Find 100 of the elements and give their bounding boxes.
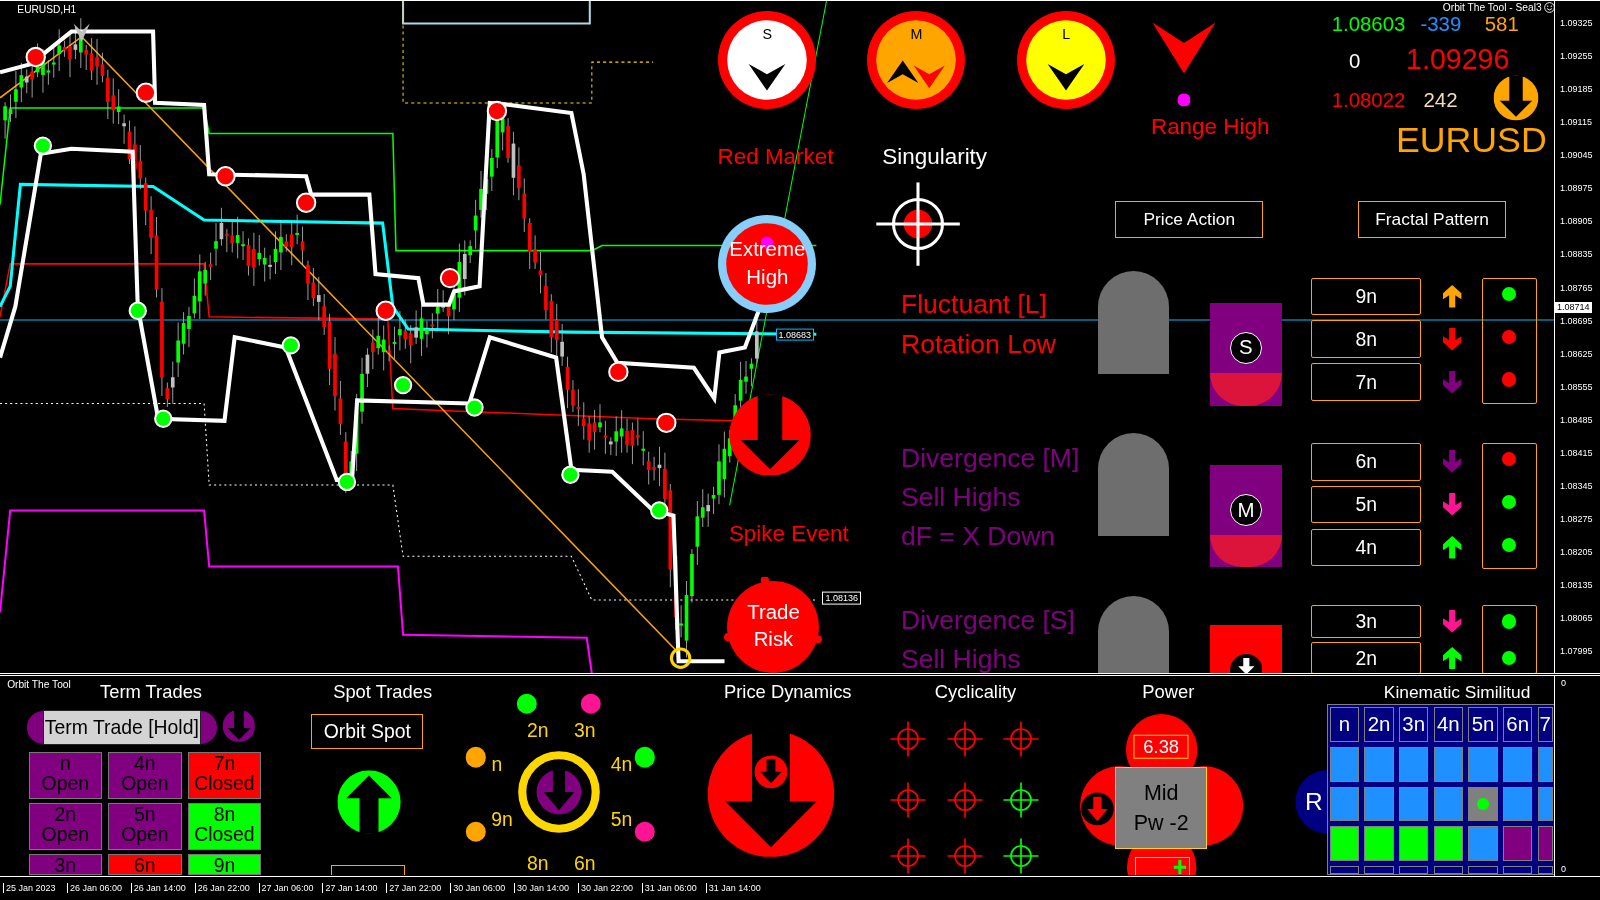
column-header: 3n — [1398, 707, 1429, 742]
price-tick: 1.08345 — [1559, 481, 1594, 492]
section-title: Price Dynamics — [724, 680, 852, 703]
price-tick: 1.08275 — [1559, 514, 1594, 525]
trade-cell: 5n Open — [108, 803, 182, 850]
stat-value: 242 — [1423, 89, 1458, 111]
brand-label: Orbit The Tool - Seal3 — [1442, 2, 1542, 14]
arrow-marker-icon — [73, 23, 90, 42]
symbol-label: EURUSD — [1395, 119, 1547, 161]
time-tick: 25 Jan 2023 — [3, 883, 67, 894]
stat-value: 1.09296 — [1406, 44, 1510, 74]
stat-value: 0 — [1348, 51, 1361, 72]
current-price-tag: 1.08714 — [1555, 302, 1592, 314]
marker-label: Extreme High — [728, 237, 807, 291]
signal-text: Divergence [S] — [901, 604, 1075, 636]
time-tick: 26 Jan 14:00 — [130, 883, 195, 894]
trade-cell: 6n — [108, 854, 182, 876]
column-header: n — [1329, 707, 1360, 742]
signal-dot — [393, 375, 413, 395]
signal-dot — [375, 300, 396, 321]
orbit-label: 8n — [526, 851, 549, 875]
orbit-label: 2n — [526, 718, 549, 742]
price-tick: 1.08975 — [1559, 183, 1594, 194]
orbit-label: 3n — [573, 718, 596, 742]
signal-text: Divergence [M] — [901, 442, 1080, 474]
indicator-title: Orbit The Tool — [7, 678, 71, 690]
price-tick: 1.08415 — [1559, 447, 1594, 458]
caption: Singularity — [882, 144, 988, 171]
target-icon — [876, 182, 961, 267]
action-button[interactable]: Price Action — [1115, 201, 1264, 238]
signal-dot — [439, 267, 461, 289]
level-box: 5n — [1311, 485, 1422, 524]
dial-label: M — [910, 26, 923, 43]
term-trade-button[interactable]: Term Trade [Hold] — [42, 710, 201, 745]
column-header: 4n — [1433, 707, 1464, 742]
dot-icon — [1177, 93, 1191, 107]
price-tick: 1.07995 — [1559, 646, 1594, 657]
price-tag: 1.08683 — [775, 328, 815, 342]
marker-label: Trade Risk — [746, 599, 801, 653]
level-box: 4n — [1311, 528, 1422, 567]
trade-cell: 7n Closed — [187, 752, 262, 799]
power-state: Mid Pw -2 — [1115, 767, 1208, 849]
scale-tick: 0 — [1561, 863, 1568, 874]
column-header: 5n — [1468, 707, 1498, 742]
signal-dot — [656, 412, 677, 433]
level-box: 7n — [1311, 363, 1422, 401]
price-tick: 1.08835 — [1559, 249, 1594, 260]
letter-badge: S — [1229, 331, 1263, 365]
time-tick: 31 Jan 06:00 — [641, 883, 706, 894]
stat-value: 1.08603 — [1331, 14, 1406, 35]
partial-button[interactable] — [330, 865, 406, 876]
orbit-spot-button[interactable]: Orbit Spot — [311, 714, 424, 749]
signal-dot — [608, 361, 629, 383]
signal-text: Rotation Low — [901, 328, 1056, 360]
signal-text: Sell Highs — [901, 481, 1021, 513]
signal-dot — [650, 501, 669, 520]
chevron-icon — [1152, 20, 1216, 74]
trade-cell: 8n Closed — [187, 803, 262, 850]
time-tick: 30 Jan 14:00 — [514, 883, 578, 894]
price-tick: 1.09115 — [1559, 117, 1593, 128]
signal-dot — [337, 472, 357, 492]
ring-marker — [669, 647, 692, 669]
scale-tick: 0 — [1561, 677, 1568, 688]
stat-value: 581 — [1484, 14, 1519, 35]
level-box: 2n — [1311, 641, 1422, 674]
price-tick: 1.09045 — [1559, 150, 1594, 161]
price-tick: 1.09325 — [1559, 17, 1594, 28]
section-title: Kinematic Similitud — [1383, 681, 1531, 703]
trade-cell: n Open — [28, 752, 103, 799]
signal-dot — [295, 192, 317, 213]
column-header: 7 — [1537, 707, 1553, 742]
caption: Spike Event — [728, 520, 849, 547]
signal-dot — [33, 136, 53, 155]
price-tick: 1.08625 — [1559, 348, 1594, 359]
signal-dot — [281, 336, 300, 355]
orbit-label: 9n — [491, 807, 513, 831]
section-title: Cyclicality — [934, 680, 1017, 703]
signal-dot — [215, 166, 236, 187]
orbit-label: 5n — [610, 807, 633, 831]
price-tick: 1.08555 — [1559, 381, 1594, 392]
price-tick: 1.08905 — [1559, 216, 1594, 227]
minus-plus-icon — [1134, 857, 1190, 876]
trade-cell: 3n — [28, 854, 103, 876]
signal-dot — [465, 398, 484, 417]
signal-text: dF = X Down — [901, 520, 1056, 552]
signal-dot — [486, 100, 508, 122]
price-tick: 1.09185 — [1559, 84, 1594, 95]
time-tick: 31 Jan 14:00 — [705, 883, 770, 894]
price-tick: 1.08695 — [1559, 315, 1594, 326]
dial-label: L — [1062, 26, 1071, 43]
level-box: 6n — [1311, 442, 1422, 481]
time-tick: 30 Jan 22:00 — [577, 883, 642, 894]
level-box: 9n — [1311, 277, 1422, 316]
time-tick: 26 Jan 22:00 — [194, 883, 259, 894]
action-button[interactable]: Fractal Pattern — [1358, 201, 1507, 238]
trade-cell: 4n Open — [108, 752, 182, 799]
orbit-label: n — [491, 752, 503, 776]
trade-cell: 2n Open — [28, 803, 103, 850]
stat-value: 1.08022 — [1331, 89, 1406, 111]
signal-dot — [135, 82, 157, 103]
